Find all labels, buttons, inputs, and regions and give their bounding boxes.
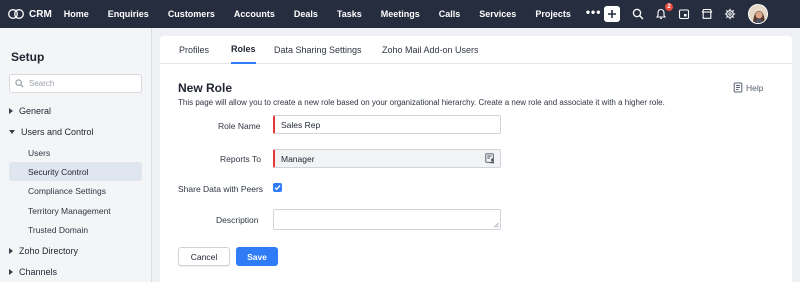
- top-right-toolbar: 2: [604, 0, 800, 28]
- sidebar-section-label: Channels: [19, 267, 58, 277]
- sidebar-section-label: General: [19, 106, 52, 116]
- role-name-field[interactable]: Sales Rep: [273, 115, 501, 134]
- notifications-button[interactable]: 2: [654, 2, 674, 21]
- calendar-button[interactable]: [677, 7, 691, 21]
- sidebar-search-input[interactable]: [29, 79, 139, 88]
- sidebar-section-users-and-control[interactable]: Users and Control: [9, 127, 94, 137]
- nav-calls[interactable]: Calls: [439, 9, 461, 19]
- tab-bar: Profiles Roles Data Sharing Settings Zoh…: [160, 36, 792, 64]
- sidebar-item-users[interactable]: Users: [9, 143, 142, 162]
- help-label: Help: [746, 82, 764, 93]
- nav-enquiries[interactable]: Enquiries: [108, 9, 149, 19]
- description-textarea[interactable]: [273, 209, 501, 230]
- nav-accounts[interactable]: Accounts: [234, 9, 275, 19]
- top-navigation-bar: CRM Home Enquiries Customers Accounts De…: [0, 0, 800, 28]
- setup-sidebar: Setup General Users and Control Users Se…: [0, 28, 152, 282]
- chevron-right-icon: [9, 108, 13, 114]
- lookup-icon[interactable]: [485, 153, 496, 166]
- sidebar-search[interactable]: [9, 74, 142, 93]
- chevron-right-icon: [9, 248, 13, 254]
- nav-projects[interactable]: Projects: [535, 9, 571, 19]
- checkmark-icon: [274, 185, 281, 191]
- settings-button[interactable]: [723, 7, 737, 21]
- crm-logo[interactable]: CRM: [7, 0, 52, 28]
- nav-tasks[interactable]: Tasks: [337, 9, 362, 19]
- cancel-button[interactable]: Cancel: [178, 247, 230, 266]
- nav-home[interactable]: Home: [64, 9, 89, 19]
- share-data-checkbox[interactable]: [273, 183, 282, 192]
- resize-grip-icon[interactable]: [493, 222, 499, 228]
- search-button[interactable]: [631, 7, 645, 21]
- nav-more-icon[interactable]: •••: [586, 5, 602, 19]
- sidebar-item-trusted-domain[interactable]: Trusted Domain: [9, 220, 142, 239]
- tab-roles[interactable]: Roles: [231, 36, 256, 64]
- main-nav: Home Enquiries Customers Accounts Deals …: [64, 0, 602, 28]
- tab-data-sharing-settings[interactable]: Data Sharing Settings: [274, 36, 362, 64]
- sidebar-section-label: Users and Control: [21, 127, 94, 137]
- page-description: This page will allow you to create a new…: [178, 98, 665, 107]
- help-link[interactable]: Help: [733, 82, 763, 93]
- notification-badge: 2: [664, 2, 674, 12]
- sidebar-section-channels[interactable]: Channels: [9, 267, 57, 277]
- reports-to-label: Reports To: [220, 154, 261, 164]
- description-label: Description: [216, 215, 259, 225]
- nav-services[interactable]: Services: [479, 9, 516, 19]
- tab-profiles[interactable]: Profiles: [179, 36, 209, 64]
- app-name: CRM: [29, 8, 52, 20]
- nav-deals[interactable]: Deals: [294, 9, 318, 19]
- marketplace-button[interactable]: [700, 7, 714, 21]
- sidebar-section-general[interactable]: General: [9, 106, 51, 116]
- main-panel: Profiles Roles Data Sharing Settings Zoh…: [160, 36, 792, 282]
- crm-logo-icon: [8, 9, 24, 19]
- create-new-button[interactable]: [604, 6, 620, 22]
- search-icon: [15, 79, 24, 88]
- chevron-right-icon: [9, 269, 13, 275]
- plus-icon: [608, 10, 616, 18]
- nav-meetings[interactable]: Meetings: [381, 9, 420, 19]
- profile-picture: [749, 5, 767, 23]
- user-avatar[interactable]: [748, 4, 768, 24]
- sidebar-item-security-control[interactable]: Security Control: [9, 162, 142, 181]
- calendar-icon: [678, 9, 690, 20]
- tab-zoho-mail-add-on-users[interactable]: Zoho Mail Add-on Users: [382, 36, 479, 64]
- sidebar-section-label: Zoho Directory: [19, 246, 79, 256]
- reports-to-field[interactable]: Manager: [273, 149, 501, 168]
- sidebar-title: Setup: [11, 50, 45, 64]
- reports-to-value: Manager: [281, 153, 315, 164]
- help-book-icon: [733, 82, 743, 93]
- role-name-label: Role Name: [218, 121, 261, 131]
- store-icon: [701, 8, 713, 19]
- chevron-down-icon: [9, 130, 15, 134]
- sidebar-section-zoho-directory[interactable]: Zoho Directory: [9, 246, 78, 256]
- sidebar-item-compliance-settings[interactable]: Compliance Settings: [9, 181, 142, 200]
- save-button[interactable]: Save: [236, 247, 278, 266]
- share-data-label: Share Data with Peers: [178, 184, 264, 194]
- page-title: New Role: [178, 81, 233, 95]
- sidebar-item-territory-management[interactable]: Territory Management: [9, 201, 142, 220]
- gear-icon: [724, 8, 736, 20]
- search-icon: [632, 8, 644, 20]
- nav-customers[interactable]: Customers: [168, 9, 215, 19]
